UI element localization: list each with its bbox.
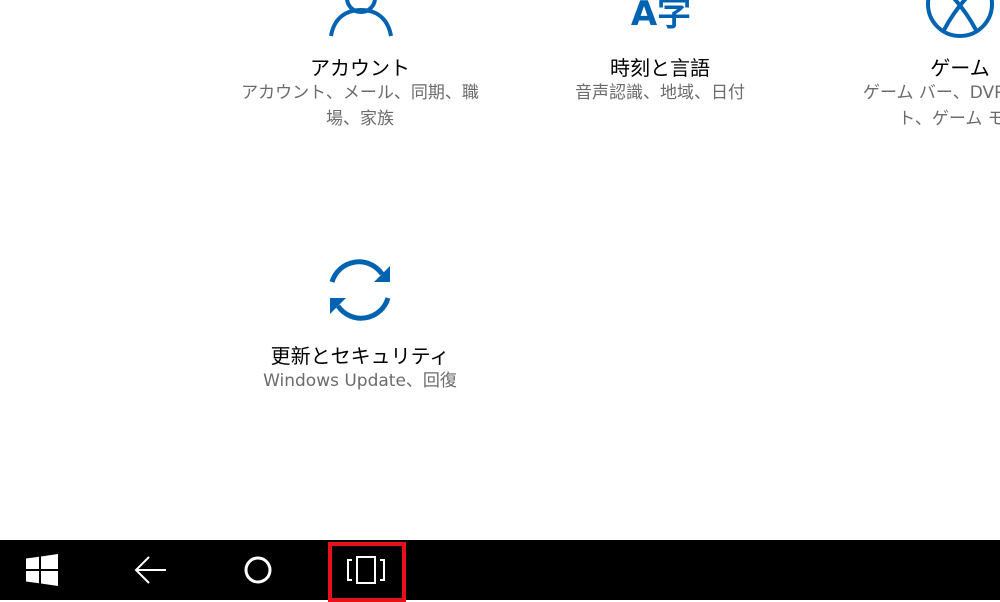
description-line: ト、ゲーム モー [898, 109, 1000, 129]
tile-description: Windows Update、回復 [240, 368, 480, 394]
person-icon [329, 0, 393, 37]
language-icon: A字 [626, 0, 696, 38]
tile-description: アカウント、メール、同期、職 場、家族 [240, 80, 480, 132]
windows-start-icon [26, 554, 58, 586]
start-button[interactable] [0, 540, 84, 600]
tile-gaming[interactable]: ゲーム ゲーム バー、DVR、ブロ ト、ゲーム モー [840, 0, 1000, 140]
highlight-annotation [328, 542, 406, 602]
search-button[interactable] [216, 540, 300, 600]
tile-accounts[interactable]: アカウント アカウント、メール、同期、職 場、家族 [240, 0, 480, 140]
settings-grid: アカウント アカウント、メール、同期、職 場、家族 A字 時刻と言語 音声認識、… [0, 0, 1000, 540]
description-line: アカウント、メール、同期、職 [241, 83, 479, 103]
tile-description: 音声認識、地域、日付 [540, 80, 780, 106]
description-line: ゲーム バー、DVR、ブロ [863, 83, 1000, 103]
cortana-search-icon [244, 556, 272, 584]
xbox-icon [926, 0, 994, 38]
sync-icon [329, 259, 391, 321]
tile-title: 更新とセキュリティ [270, 344, 450, 368]
description-line: 場、家族 [326, 109, 394, 129]
back-arrow-icon [134, 556, 166, 584]
tile-update-security[interactable]: 更新とセキュリティ Windows Update、回復 [240, 248, 480, 408]
tile-title: アカウント [310, 56, 410, 80]
tile-title: 時刻と言語 [610, 56, 710, 80]
description-line: Windows Update、回復 [263, 371, 457, 391]
taskbar [0, 540, 1000, 600]
tile-title: ゲーム [930, 56, 990, 80]
tile-time-language[interactable]: A字 時刻と言語 音声認識、地域、日付 [540, 0, 780, 140]
language-icon-glyph: A字 [630, 0, 692, 34]
description-line: 音声認識、地域、日付 [575, 83, 745, 103]
tile-description: ゲーム バー、DVR、ブロ ト、ゲーム モー [840, 80, 1000, 132]
back-button[interactable] [108, 540, 192, 600]
